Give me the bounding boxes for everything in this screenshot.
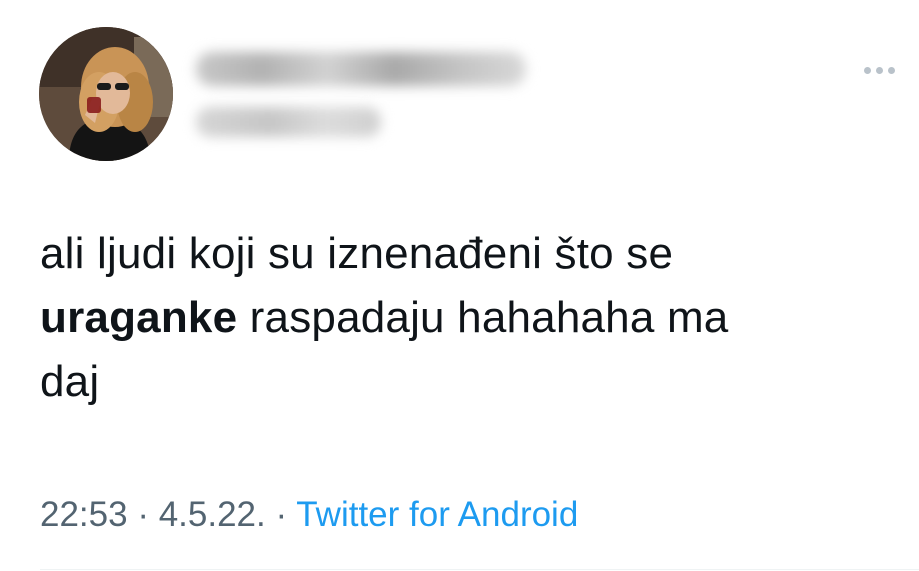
tweet-text-line3: daj xyxy=(40,357,100,406)
more-dot xyxy=(888,66,895,74)
tweet-date[interactable]: 4.5.22. xyxy=(159,495,266,534)
handle-redacted xyxy=(196,107,381,137)
more-dot xyxy=(864,66,871,74)
tweet-text: ali ljudi koji su iznenađeni što se urag… xyxy=(40,222,890,414)
meta-separator: · xyxy=(265,495,297,534)
more-horizontal-icon[interactable] xyxy=(864,63,904,77)
tweet-text-line2: raspadaju hahahaha ma xyxy=(237,293,729,342)
divider xyxy=(40,569,919,570)
tweet: ali ljudi koji su iznenađeni što se urag… xyxy=(0,0,919,571)
tweet-meta: 22:53 · 4.5.22. · Twitter for Android xyxy=(40,494,578,536)
avatar-image xyxy=(39,27,173,161)
tweet-text-highlight: uraganke xyxy=(40,293,238,342)
avatar[interactable] xyxy=(39,27,173,161)
tweet-time[interactable]: 22:53 xyxy=(40,495,128,534)
display-name-redacted xyxy=(196,52,526,86)
tweet-text-line1: ali ljudi koji su iznenađeni što se xyxy=(40,229,674,278)
tweet-source-link[interactable]: Twitter for Android xyxy=(296,495,578,534)
more-dot xyxy=(876,66,883,74)
meta-separator: · xyxy=(127,495,159,534)
